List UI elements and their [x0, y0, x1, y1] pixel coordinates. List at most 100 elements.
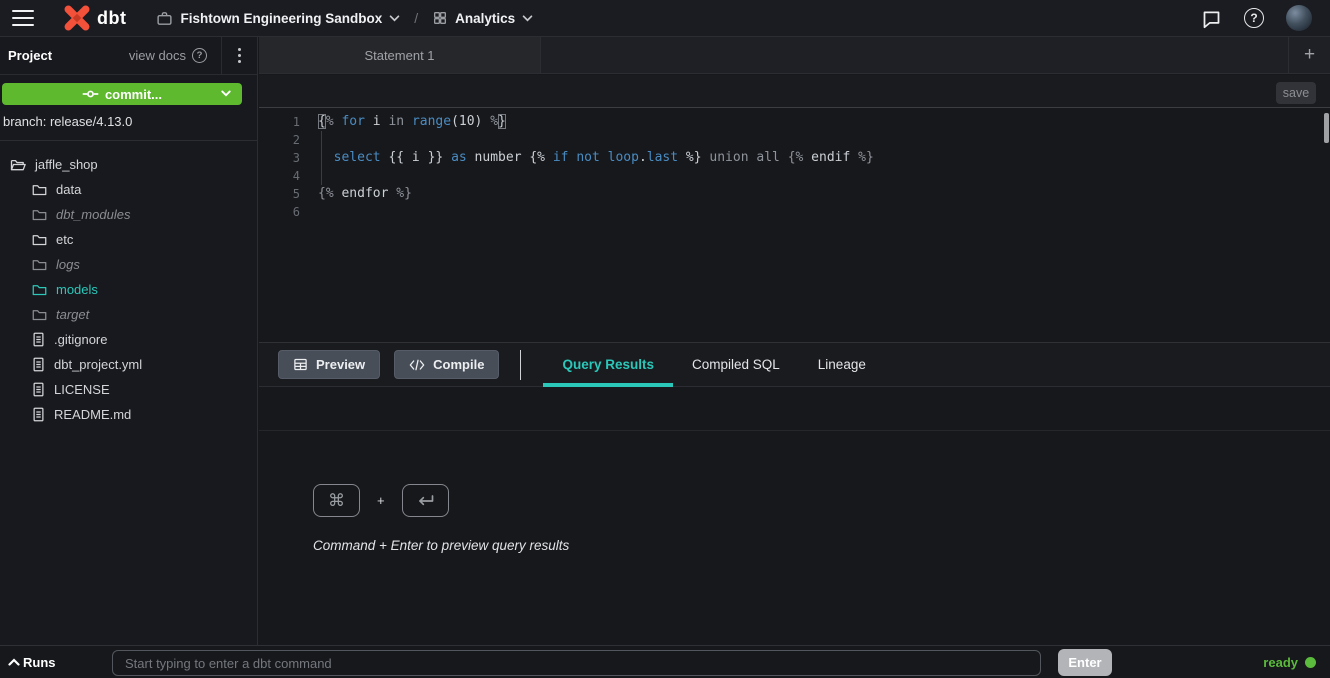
view-docs-label: view docs: [129, 48, 186, 63]
account-switcher[interactable]: Fishtown Engineering Sandbox: [156, 10, 400, 27]
tab-bar-spacer: [541, 37, 1288, 73]
tree-item-label: jaffle_shop: [35, 157, 98, 172]
enter-button[interactable]: Enter: [1058, 649, 1112, 676]
chevron-down-icon: [389, 15, 400, 22]
code-content: [300, 131, 318, 149]
breadcrumb-separator: /: [414, 10, 418, 26]
dbt-command-input[interactable]: [112, 650, 1041, 676]
grid-icon: [432, 10, 448, 26]
tab-query-results[interactable]: Query Results: [543, 343, 673, 386]
file-icon: [32, 382, 45, 397]
dbt-cloud-ide: dbt Fishtown Engineering Sandbox / Analy…: [0, 0, 1330, 678]
line-number: 3: [259, 149, 300, 167]
code-line-1[interactable]: 1{% for i in range(10) %}: [259, 113, 1330, 131]
branch-label: branch: release/4.13.0: [3, 114, 132, 129]
code-content: [300, 167, 318, 185]
panel-divider: [520, 350, 521, 380]
tab-statement-1[interactable]: Statement 1: [259, 37, 541, 73]
tree-item-dbt-modules[interactable]: dbt_modules: [0, 202, 257, 227]
docs-help-icon: ?: [192, 48, 207, 63]
empty-state-hint: Command + Enter to preview query results: [313, 538, 569, 553]
tree-item-label: LICENSE: [54, 382, 110, 397]
code-line-4[interactable]: 4: [259, 167, 1330, 185]
tree-item-label: data: [56, 182, 81, 197]
help-icon[interactable]: ?: [1244, 8, 1264, 28]
folder-icon: [32, 258, 47, 271]
tree-item-readme-md[interactable]: README.md: [0, 402, 257, 427]
status-label: ready: [1263, 655, 1298, 670]
results-empty-state: ⌘ + Command + Enter to preview query res…: [313, 484, 569, 553]
line-number: 6: [259, 203, 300, 221]
results-area: ⌘ + Command + Enter to preview query res…: [259, 388, 1330, 645]
code-content: select {{ i }} as number {% if not loop.…: [300, 149, 874, 167]
file-tree: jaffle_shopdata dbt_modulesetc logs modelst…: [0, 140, 257, 427]
runs-label: Runs: [23, 655, 56, 670]
project-switcher[interactable]: Analytics: [432, 10, 533, 26]
results-tabs: Query Results Compiled SQL Lineage: [543, 343, 884, 386]
tree-item-dbt-project-yml[interactable]: dbt_project.yml: [0, 352, 257, 377]
user-avatar[interactable]: [1286, 5, 1312, 31]
tree-item-license[interactable]: LICENSE: [0, 377, 257, 402]
code-icon: [409, 358, 425, 372]
tree-item-label: logs: [56, 257, 80, 272]
compile-label: Compile: [433, 357, 484, 372]
project-name: Analytics: [455, 11, 515, 26]
sidebar-header: Project view docs ?: [0, 37, 257, 75]
chevron-down-icon: [522, 15, 533, 22]
code-line-3[interactable]: 3 select {{ i }} as number {% if not loo…: [259, 149, 1330, 167]
editor-tab-bar: Statement 1 +: [259, 37, 1330, 74]
commit-button[interactable]: commit...: [2, 83, 242, 105]
bottom-bar: Runs Enter ready: [0, 645, 1330, 678]
status-dot: [1305, 657, 1316, 668]
commit-chevron-icon: [221, 90, 231, 97]
tree-item--gitignore[interactable]: .gitignore: [0, 327, 257, 352]
new-tab-button[interactable]: +: [1288, 37, 1330, 73]
save-button[interactable]: save: [1276, 82, 1316, 104]
dbt-logo-text: dbt: [97, 8, 126, 29]
chevron-up-icon: [8, 658, 20, 666]
dbt-logo[interactable]: dbt: [64, 5, 126, 31]
code-content: [300, 203, 318, 221]
git-commit-icon: [82, 88, 99, 100]
runs-toggle[interactable]: Runs: [8, 655, 56, 670]
tree-item-logs[interactable]: logs: [0, 252, 257, 277]
briefcase-icon: [156, 10, 173, 27]
tree-item-models[interactable]: models: [0, 277, 257, 302]
editor-scrollbar[interactable]: [1324, 113, 1329, 143]
preview-button[interactable]: Preview: [278, 350, 380, 379]
sidebar-title: Project: [8, 48, 52, 63]
table-icon: [293, 357, 308, 372]
sidebar: Project view docs ? commit... branch: re…: [0, 37, 258, 645]
status-indicator: ready: [1263, 646, 1316, 678]
code-line-6[interactable]: 6: [259, 203, 1330, 221]
results-panel-header: Preview Compile Query Results Compiled S…: [259, 342, 1330, 387]
code-editor[interactable]: 1{% for i in range(10) %}23 select {{ i …: [259, 109, 1330, 342]
tree-item-etc[interactable]: etc: [0, 227, 257, 252]
view-docs-link[interactable]: view docs ?: [129, 48, 221, 63]
folder-icon: [32, 208, 47, 221]
file-icon: [32, 332, 45, 347]
sidebar-menu-button[interactable]: [221, 37, 257, 74]
tree-item-label: dbt_modules: [56, 207, 130, 222]
tab-compiled-sql[interactable]: Compiled SQL: [673, 343, 799, 386]
hamburger-menu-icon[interactable]: [12, 10, 34, 26]
tab-lineage[interactable]: Lineage: [799, 343, 885, 386]
tree-item-target[interactable]: target: [0, 302, 257, 327]
code-line-2[interactable]: 2: [259, 131, 1330, 149]
compile-button[interactable]: Compile: [394, 350, 499, 379]
line-number: 4: [259, 167, 300, 185]
folder-icon: [32, 308, 47, 321]
account-name: Fishtown Engineering Sandbox: [180, 11, 382, 26]
editor-toolbar: save: [259, 75, 1330, 108]
code-line-5[interactable]: 5{% endfor %}: [259, 185, 1330, 203]
tree-item-data[interactable]: data: [0, 177, 257, 202]
command-key-icon: ⌘: [313, 484, 360, 517]
plus-separator: +: [377, 493, 385, 508]
tree-item-jaffle-shop[interactable]: jaffle_shop: [0, 152, 257, 177]
tree-item-label: README.md: [54, 407, 131, 422]
chat-icon[interactable]: [1201, 8, 1222, 29]
line-number: 1: [259, 113, 300, 131]
folder-icon: [32, 183, 47, 196]
kebab-icon: [238, 48, 241, 63]
tree-item-label: dbt_project.yml: [54, 357, 142, 372]
